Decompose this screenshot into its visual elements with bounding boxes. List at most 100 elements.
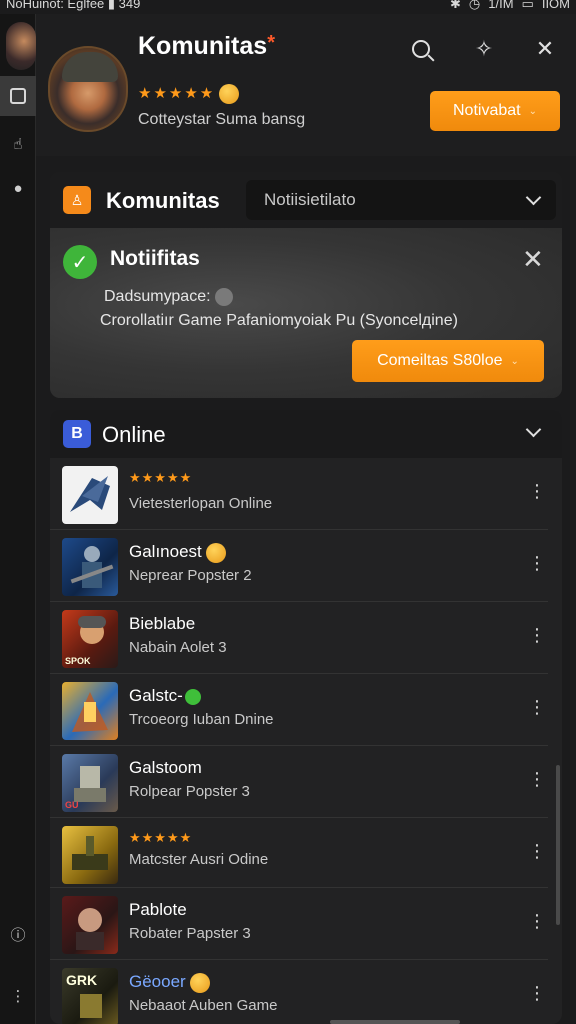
list-item[interactable]: ★★★★★ Matcster Ausri Odine ⋮ bbox=[50, 818, 548, 888]
more-vert-icon[interactable]: ⋮ bbox=[528, 842, 546, 860]
row-subtitle: Nebaaot Auben Game bbox=[129, 997, 278, 1014]
row-subtitle: Neprear Popster 2 bbox=[129, 567, 252, 584]
game-thumbnail bbox=[62, 896, 118, 954]
header: Komunitas* ★★★★★ Cotteystar Suma bansg ✧… bbox=[36, 14, 576, 156]
scrollbar[interactable] bbox=[556, 765, 560, 925]
row-title: Gëooer bbox=[129, 972, 210, 993]
sparkle-button[interactable]: ✧ bbox=[469, 34, 499, 64]
online-panel: B Online ★★★★★ Vietesterlopan Online ⋮ G… bbox=[50, 410, 562, 1024]
left-rail: ☝ ● ⓘ ⋮ bbox=[0, 14, 36, 1024]
home-indicator bbox=[330, 1020, 460, 1024]
list-item[interactable]: GRK Gëooer Nebaaot Auben Game ⋮ bbox=[50, 960, 548, 1024]
list-item[interactable]: ★★★★★ Vietesterlopan Online ⋮ bbox=[50, 458, 548, 530]
more-vert-icon: ⋮ bbox=[10, 988, 26, 1005]
row-rating: ★★★★★ bbox=[129, 470, 193, 485]
row-rating: ★★★★★ bbox=[129, 830, 193, 845]
robot-icon bbox=[72, 692, 108, 732]
chevron-down-icon: ⌄ bbox=[510, 355, 519, 367]
search-icon bbox=[412, 40, 430, 58]
notification-action-button[interactable]: Comeiltas S80loe ⌄ bbox=[352, 340, 544, 382]
chevron-down-icon[interactable] bbox=[525, 421, 542, 438]
row-subtitle: Vietesterlopan Online bbox=[129, 495, 273, 512]
signal-text: 1/IM bbox=[488, 0, 514, 11]
online-badge-icon: B bbox=[63, 420, 91, 448]
more-vert-icon[interactable]: ⋮ bbox=[528, 698, 546, 716]
game-thumbnail: GU bbox=[62, 754, 118, 812]
rail-info-button[interactable]: ⓘ bbox=[0, 914, 36, 954]
game-thumbnail bbox=[62, 538, 118, 596]
more-vert-icon[interactable]: ⋮ bbox=[528, 554, 546, 572]
row-title: Bieblabe bbox=[129, 614, 196, 633]
list-item[interactable]: Galınoest Neprear Popster 2 ⋮ bbox=[50, 530, 548, 602]
more-vert-icon[interactable]: ⋮ bbox=[528, 912, 546, 930]
community-panel-header: ♙ Komunitas Notiisietilato bbox=[50, 172, 562, 228]
game-thumbnail bbox=[62, 466, 118, 524]
rail-home-button[interactable] bbox=[0, 76, 36, 116]
notify-button-label: Notivabat bbox=[453, 102, 521, 119]
more-vert-icon[interactable]: ⋮ bbox=[528, 482, 546, 500]
bluetooth-icon: ✱ bbox=[449, 0, 461, 11]
row-subtitle: Matcster Ausri Odine bbox=[129, 851, 269, 868]
list-item[interactable]: SPOK Bieblabe Nabain Aolet 3 ⋮ bbox=[50, 602, 548, 674]
row-title: Galstc- bbox=[129, 686, 201, 706]
online-title: Online bbox=[102, 422, 166, 447]
header-rating: ★★★★★ bbox=[138, 84, 240, 105]
close-button[interactable]: ✕ bbox=[530, 34, 560, 64]
chevron-down-icon: ⌄ bbox=[528, 105, 537, 117]
rail-more-button[interactable]: ⋮ bbox=[0, 976, 36, 1016]
notification-title: Notiifitas bbox=[110, 247, 200, 270]
page-title: Komunitas* bbox=[138, 32, 275, 60]
warrior-icon bbox=[76, 908, 104, 950]
online-panel-header[interactable]: B Online bbox=[50, 410, 562, 458]
notification-line-2: Crorollatiır Game Pafaniomyoiak Pu (Syon… bbox=[100, 312, 458, 329]
more-vert-icon[interactable]: ⋮ bbox=[528, 770, 546, 788]
list-item[interactable]: Pablote Robater Papster 3 ⋮ bbox=[50, 888, 548, 960]
game-thumbnail bbox=[62, 826, 118, 884]
list-item[interactable]: Galstc- Trcoeorg Iuban Dnine ⋮ bbox=[50, 674, 548, 746]
status-right-label: IIOM bbox=[541, 0, 570, 11]
info-icon: ⓘ bbox=[10, 926, 26, 944]
jet-icon bbox=[70, 476, 110, 512]
rail-activity-button[interactable]: ☝ bbox=[0, 124, 36, 164]
rail-avatar[interactable] bbox=[6, 22, 36, 70]
rail-chat-button[interactable]: ● bbox=[0, 168, 36, 208]
more-vert-icon[interactable]: ⋮ bbox=[528, 984, 546, 1002]
notification-close-icon[interactable]: ✕ bbox=[522, 246, 544, 272]
helmet-shape bbox=[62, 52, 118, 82]
emoji-icon bbox=[189, 972, 210, 993]
list-item[interactable]: GU Galstoom Rolpear Popster 3 ⋮ bbox=[50, 746, 548, 818]
title-mark: * bbox=[267, 32, 275, 54]
thumb-label: SPOK bbox=[65, 656, 91, 666]
row-subtitle: Trcoeorg Iuban Dnine bbox=[129, 711, 274, 728]
status-left-text: NoHuinot: Eglfee ▮ 349 bbox=[6, 0, 141, 11]
emoji-icon bbox=[205, 542, 226, 563]
sparkle-icon: ✧ bbox=[474, 36, 494, 61]
emoji-icon bbox=[184, 688, 201, 705]
close-icon: ✕ bbox=[535, 36, 555, 61]
community-panel: ♙ Komunitas Notiisietilato ✓ Notiifitas … bbox=[50, 172, 562, 398]
more-vert-icon[interactable]: ⋮ bbox=[528, 626, 546, 644]
notification-select-value: Notiisietilato bbox=[264, 190, 356, 209]
community-badge-icon: ♙ bbox=[63, 186, 91, 214]
game-thumbnail bbox=[62, 682, 118, 740]
row-subtitle: Rolpear Popster 3 bbox=[129, 783, 250, 800]
row-title: Galınoest bbox=[129, 542, 226, 563]
chevron-down-icon bbox=[525, 189, 542, 206]
soldier-icon bbox=[70, 546, 114, 588]
chat-icon: ● bbox=[13, 179, 23, 197]
row-subtitle: Nabain Aolet 3 bbox=[129, 639, 227, 656]
thumb-label: GRK bbox=[66, 972, 98, 988]
notification-select[interactable]: Notiisietilato bbox=[246, 180, 556, 220]
thumb-label: GU bbox=[65, 800, 79, 810]
row-title: Galstoom bbox=[129, 758, 202, 777]
community-title: Komunitas bbox=[106, 188, 220, 213]
notify-button[interactable]: Notivabat ⌄ bbox=[430, 91, 560, 131]
header-subtitle: Cotteystar Suma bansg bbox=[138, 111, 306, 128]
tank-icon bbox=[72, 836, 108, 870]
check-icon: ✓ bbox=[63, 245, 97, 279]
clock-icon: ◷ bbox=[468, 0, 481, 11]
notification-line-1: Dadsumурace: bbox=[104, 288, 233, 306]
battery-icon: ▭ bbox=[521, 0, 534, 11]
search-button[interactable] bbox=[406, 34, 436, 64]
profile-avatar[interactable] bbox=[48, 46, 128, 132]
